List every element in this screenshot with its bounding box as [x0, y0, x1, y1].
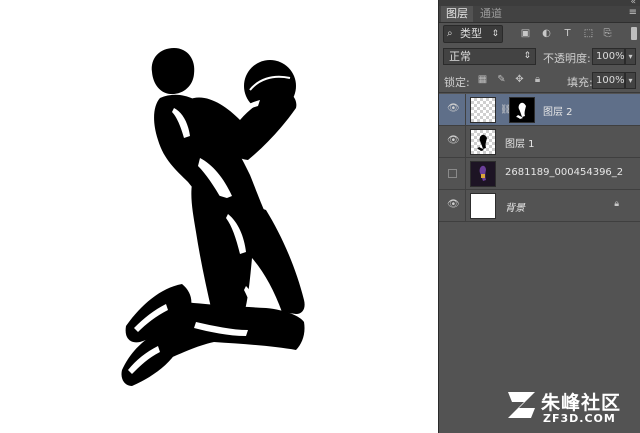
mask-figure-icon	[516, 102, 526, 119]
layer-row-photo[interactable]: 2681189_000454396_2	[439, 158, 640, 190]
smart-object-filter-icon[interactable]: ⎘	[602, 28, 613, 39]
visibility-eye-icon[interactable]: 👁︎	[447, 136, 460, 146]
adjustment-layer-filter-icon[interactable]: ◐	[541, 28, 552, 39]
watermark: 朱峰社区 ZF3D.COM	[505, 386, 640, 433]
divider	[465, 190, 466, 221]
layer-row-layer-1[interactable]: 👁︎ 图层 1	[439, 126, 640, 158]
layer-filter-row: ⌕ 类型 ⇕ ▣ ◐ T ⬚ ⎘	[439, 24, 640, 44]
layer-name[interactable]: 背景	[505, 199, 525, 214]
tab-layers[interactable]: 图层	[441, 6, 473, 22]
watermark-en-text: ZF3D.COM	[543, 412, 616, 425]
layers-panel: « 图层 通道 ≡ ⌕ 类型 ⇕ ▣ ◐ T ⬚ ⎘ 正常 ⇕ 不透明度: 10…	[438, 0, 640, 433]
chevron-updown-icon: ⇕	[523, 51, 531, 61]
lock-label: 锁定:	[444, 76, 470, 89]
opacity-input[interactable]: 100%	[592, 48, 625, 65]
layer-row-background[interactable]: 👁︎ 背景 🔒︎	[439, 190, 640, 222]
layer-thumbnail[interactable]	[470, 97, 496, 123]
opacity-label: 不透明度:	[543, 52, 591, 65]
visibility-eye-icon[interactable]: 👁︎	[447, 200, 460, 210]
divider	[439, 92, 640, 93]
basketball-player-silhouette	[121, 48, 305, 386]
fill-label: 填充:	[567, 76, 593, 89]
opacity-dropdown-icon[interactable]: ▾	[625, 48, 636, 65]
filter-toggle-switch[interactable]	[631, 27, 637, 40]
blend-mode-select[interactable]: 正常 ⇕	[443, 48, 536, 65]
layer-name[interactable]: 图层 1	[505, 135, 535, 150]
lock-position-icon[interactable]: ✥	[514, 74, 525, 86]
layer-thumbnail[interactable]	[470, 129, 496, 155]
filter-type-select[interactable]: ⌕ 类型 ⇕	[443, 25, 503, 43]
document-canvas[interactable]	[0, 0, 438, 433]
photo-thumbnail-icon	[471, 162, 495, 186]
layer-row-layer-2[interactable]: 👁︎ ⛓︎ 图层 2	[439, 94, 640, 126]
panel-menu-icon[interactable]: ≡	[629, 7, 637, 18]
visibility-off-box[interactable]	[448, 169, 457, 178]
lock-fill-row: 锁定: ▦ ✎ ✥ 🔒︎ 填充: 100% ▾	[439, 71, 640, 91]
search-icon: ⌕	[447, 28, 453, 39]
divider	[465, 126, 466, 157]
lock-image-pixels-icon[interactable]: ✎	[496, 74, 507, 86]
lock-transparent-pixels-icon[interactable]: ▦	[477, 74, 488, 86]
layer-name[interactable]: 图层 2	[543, 103, 573, 118]
blend-mode-value: 正常	[449, 50, 471, 63]
lock-icon: 🔒︎	[614, 199, 619, 209]
fill-input[interactable]: 100%	[592, 72, 625, 89]
chevron-updown-icon: ⇕	[491, 29, 499, 39]
figure-thumbnail-icon	[477, 134, 487, 151]
visibility-eye-icon[interactable]: 👁︎	[447, 104, 460, 114]
layer-thumbnail[interactable]	[470, 161, 496, 187]
layer-mask-thumbnail[interactable]	[509, 97, 535, 123]
watermark-cn-text: 朱峰社区	[541, 392, 622, 414]
panel-tabs: 图层 通道 ≡	[439, 6, 640, 23]
pixel-layer-filter-icon[interactable]: ▣	[520, 28, 531, 39]
zf-logo-icon	[508, 392, 535, 418]
filter-type-label: 类型	[460, 27, 482, 40]
lock-all-icon[interactable]: 🔒︎	[532, 74, 543, 86]
type-layer-filter-icon[interactable]: T	[562, 28, 573, 39]
divider	[465, 158, 466, 189]
tab-channels[interactable]: 通道	[475, 6, 507, 22]
blend-opacity-row: 正常 ⇕ 不透明度: 100% ▾	[439, 48, 640, 68]
layer-thumbnail[interactable]	[470, 193, 496, 219]
divider	[465, 94, 466, 125]
fill-dropdown-icon[interactable]: ▾	[625, 72, 636, 89]
shape-layer-filter-icon[interactable]: ⬚	[583, 28, 594, 39]
layer-name[interactable]: 2681189_000454396_2	[505, 167, 623, 178]
